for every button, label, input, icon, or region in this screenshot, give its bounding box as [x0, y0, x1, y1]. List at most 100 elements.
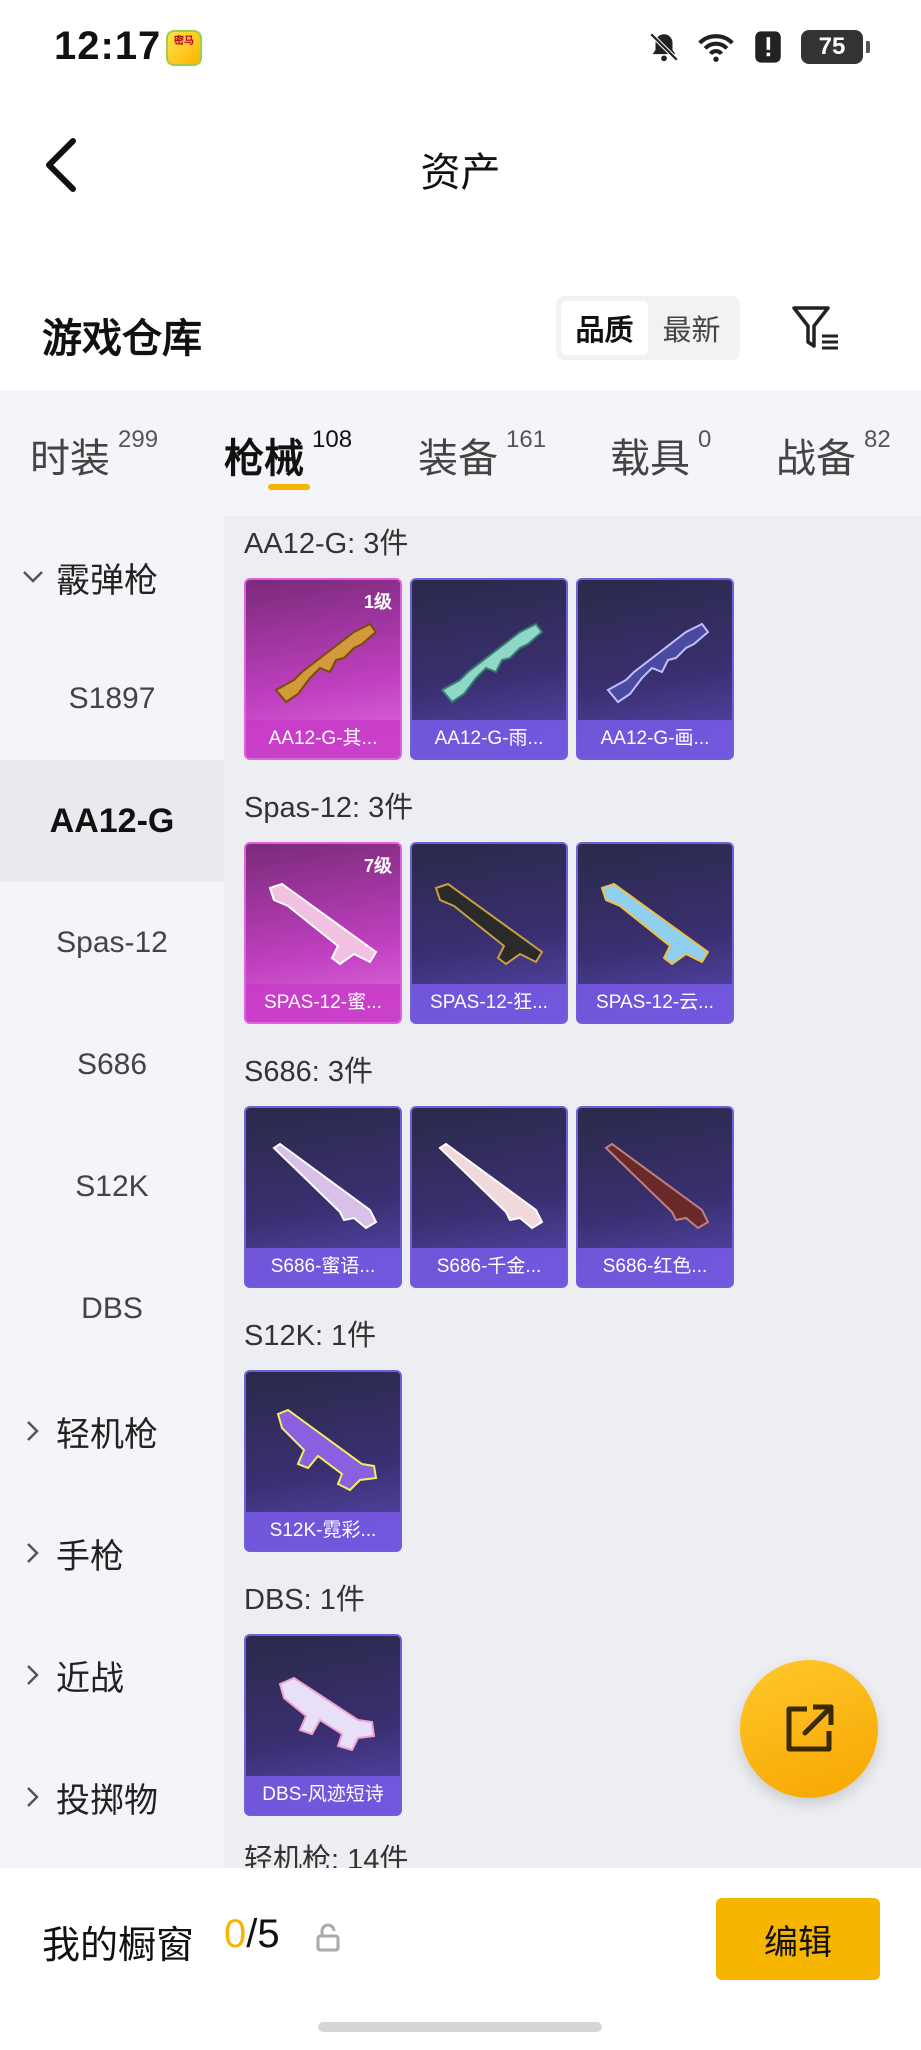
- card-name: SPAS-12-蜜...: [246, 984, 400, 1022]
- section-title: DBS: 1件: [244, 1584, 365, 1616]
- skin-card[interactable]: 1级 AA12-G-其...: [244, 578, 402, 760]
- tab-equipment[interactable]: 装备 161: [418, 426, 546, 484]
- gun-image-icon: [274, 622, 378, 704]
- sidebar-item-s686[interactable]: S686: [0, 1004, 224, 1126]
- active-tab-indicator: [268, 484, 310, 490]
- skin-card[interactable]: AA12-G-画...: [576, 578, 734, 760]
- sort-option-quality[interactable]: 品质: [561, 301, 648, 355]
- card-name: S12K-霓彩...: [246, 1512, 400, 1550]
- sidebar-group-label: 近战: [56, 1659, 124, 1698]
- tab-count: 0: [698, 426, 712, 453]
- sidebar-group-throwable[interactable]: 投掷物: [0, 1736, 224, 1858]
- battery-icon: 75: [801, 30, 870, 64]
- sidebar-item-s12k[interactable]: S12K: [0, 1126, 224, 1248]
- gun-image-icon: [272, 1142, 378, 1230]
- status-bar: 12:17 密马 75: [0, 0, 921, 95]
- sidebar-item-dbs[interactable]: DBS: [0, 1248, 224, 1370]
- tab-weapons[interactable]: 枪械 108: [224, 426, 352, 484]
- sidebar-group-label: 投掷物: [56, 1781, 158, 1820]
- sidebar-group-label: 轻机枪: [56, 1415, 158, 1454]
- wifi-icon: [697, 28, 735, 66]
- chevron-right-icon: [18, 1416, 48, 1446]
- card-name: SPAS-12-狂...: [412, 984, 566, 1022]
- skin-card[interactable]: S686-蜜语...: [244, 1106, 402, 1288]
- page-title: 资产: [420, 151, 501, 195]
- chevron-right-icon: [18, 1538, 48, 1568]
- card-name: DBS-风迹短诗: [246, 1776, 400, 1814]
- skin-card[interactable]: AA12-G-雨...: [410, 578, 568, 760]
- skin-card[interactable]: S686-红色...: [576, 1106, 734, 1288]
- sidebar-item-spas-12[interactable]: Spas-12: [0, 882, 224, 1004]
- chevron-right-icon: [18, 1782, 48, 1812]
- showcase-count: 0/5: [224, 1912, 280, 1957]
- gun-image-icon: [276, 1408, 378, 1492]
- chevron-right-icon: [18, 1660, 48, 1690]
- skin-card[interactable]: S686-千金...: [410, 1106, 568, 1288]
- sidebar-group-label: 霰弹枪: [56, 561, 158, 600]
- skin-card[interactable]: 7级 SPAS-12-蜜...: [244, 842, 402, 1024]
- card-name: AA12-G-雨...: [412, 720, 566, 758]
- showcase-bar: 我的橱窗 0/5 编辑: [0, 1868, 921, 2050]
- sidebar-group-melee[interactable]: 近战: [0, 1614, 224, 1736]
- card-level: 7级: [363, 856, 392, 876]
- sidebar-group-label: 手枪: [56, 1537, 124, 1576]
- showcase-label: 我的橱窗: [42, 1925, 195, 1967]
- home-indicator: [318, 2022, 602, 2032]
- sidebar-item-s1897[interactable]: S1897: [0, 638, 224, 760]
- skin-card[interactable]: DBS-风迹短诗: [244, 1634, 402, 1816]
- gun-image-icon: [606, 622, 710, 704]
- gun-image-icon: [434, 882, 544, 966]
- tab-count: 82: [864, 426, 891, 453]
- gun-image-icon: [438, 1142, 544, 1230]
- skin-card[interactable]: SPAS-12-云...: [576, 842, 734, 1024]
- chevron-down-icon: [18, 562, 48, 592]
- sidebar-group-shotgun[interactable]: 霰弹枪: [0, 516, 224, 638]
- status-time: 12:17: [54, 24, 162, 68]
- section-title: S686: 3件: [244, 1056, 373, 1088]
- tab-label: 枪械: [224, 437, 304, 481]
- share-icon: [786, 1704, 834, 1752]
- showcase-current: 0: [224, 1912, 247, 1956]
- skin-card[interactable]: SPAS-12-狂...: [410, 842, 568, 1024]
- sort-option-latest[interactable]: 最新: [648, 301, 735, 355]
- skin-card[interactable]: S12K-霓彩...: [244, 1370, 402, 1552]
- edit-button[interactable]: 编辑: [716, 1898, 880, 1980]
- sidebar-group-lmg[interactable]: 轻机枪: [0, 1370, 224, 1492]
- section-title: Spas-12: 3件: [244, 792, 414, 824]
- section-title: 轻机枪: 14件: [244, 1844, 409, 1868]
- alert-icon: [749, 28, 787, 66]
- tab-count: 161: [506, 426, 547, 453]
- sidebar-item-aa12-g[interactable]: AA12-G: [0, 760, 224, 882]
- tab-count: 108: [312, 426, 353, 453]
- tab-vehicles[interactable]: 载具 0: [610, 426, 711, 484]
- filter-icon: [792, 306, 838, 350]
- card-level: 1级: [363, 592, 392, 612]
- lock-icon: [314, 1922, 344, 1952]
- tab-label: 时装: [30, 437, 110, 481]
- share-button[interactable]: [740, 1660, 878, 1798]
- card-name: AA12-G-画...: [578, 720, 732, 758]
- card-name: SPAS-12-云...: [578, 984, 732, 1022]
- section-title: S12K: 1件: [244, 1320, 377, 1352]
- gun-image-icon: [600, 882, 710, 966]
- card-name: S686-蜜语...: [246, 1248, 400, 1286]
- showcase-max: /5: [246, 1912, 280, 1956]
- filter-button[interactable]: [786, 298, 846, 358]
- tab-fashion[interactable]: 时装 299: [30, 426, 158, 484]
- sidebar-group-pistol[interactable]: 手枪: [0, 1492, 224, 1614]
- warehouse-title: 游戏仓库: [42, 317, 202, 361]
- tab-supplies[interactable]: 战备 82: [776, 426, 891, 484]
- card-name: S686-千金...: [412, 1248, 566, 1286]
- app-badge-icon: 密马: [166, 30, 202, 66]
- gun-image-icon: [604, 1142, 710, 1230]
- category-tabs: 时装 299 枪械 108 装备 161 载具 0 战备 82: [0, 390, 921, 516]
- tab-label: 战备: [776, 437, 856, 481]
- card-name: S686-红色...: [578, 1248, 732, 1286]
- section-title: AA12-G: 3件: [244, 528, 409, 560]
- card-name: AA12-G-其...: [246, 720, 400, 758]
- tab-label: 装备: [418, 437, 498, 481]
- gun-image-icon: [268, 882, 378, 966]
- bell-muted-icon: [645, 28, 683, 66]
- weapon-category-sidebar: 霰弹枪 S1897 AA12-G Spas-12 S686 S12K DBS 轻…: [0, 516, 224, 1868]
- sort-toggle: 品质 最新: [556, 296, 740, 360]
